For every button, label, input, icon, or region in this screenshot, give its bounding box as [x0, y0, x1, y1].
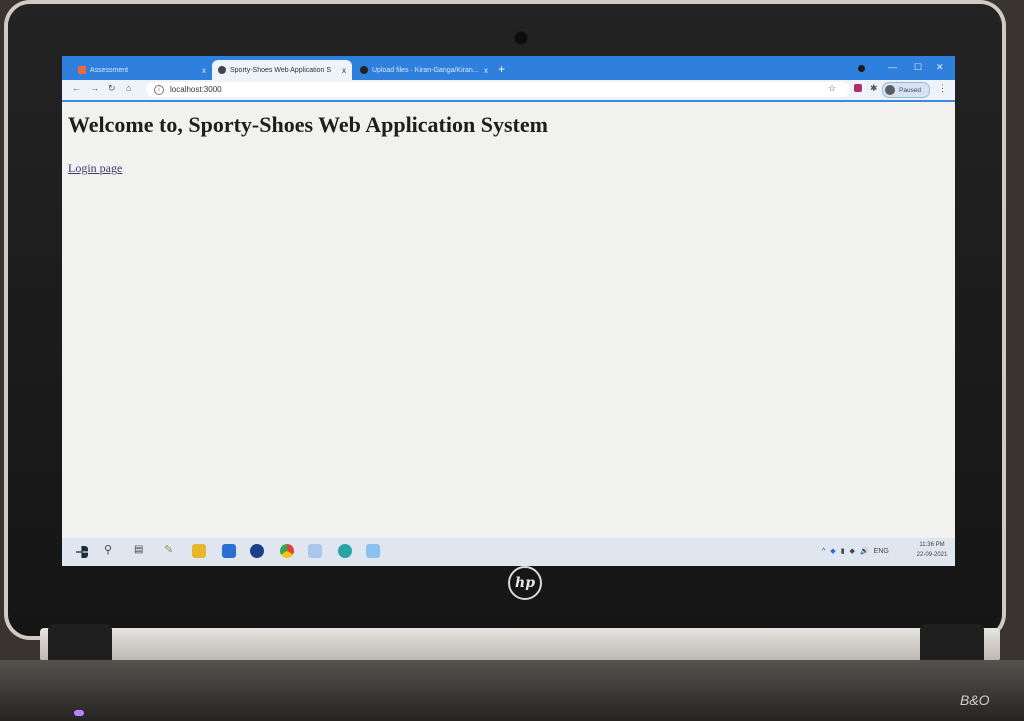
home-icon[interactable]: ⌂ — [126, 83, 131, 93]
app-icon[interactable] — [308, 544, 322, 558]
b-and-o-logo: B&O — [960, 692, 990, 708]
tab-close-icon[interactable]: x — [484, 66, 488, 75]
laptop-base — [0, 660, 1024, 721]
bookmark-star-icon[interactable]: ☆ — [828, 83, 836, 94]
app-icon[interactable] — [338, 544, 352, 558]
pen-icon[interactable]: ✎ — [164, 543, 178, 557]
bluetooth-icon[interactable]: ◆ — [830, 547, 835, 555]
tab-label: Sporty-Shoes Web Application S — [230, 66, 332, 74]
page-content: Welcome to, Sporty-Shoes Web Application… — [68, 112, 948, 177]
back-icon[interactable]: ← — [72, 83, 81, 93]
chrome-icon[interactable] — [280, 544, 294, 558]
browser-toolbar: ← → ↻ ⌂ i localhost:3000 ☆ ✱ Paused ⋮ — [62, 80, 955, 102]
extensions-puzzle-icon[interactable]: ✱ — [870, 83, 878, 94]
system-tray: ^ ◆ ▮ ◆ 🔊 ENG — [822, 547, 889, 556]
chevron-up-icon[interactable]: ^ — [822, 548, 825, 555]
screen: Assessment x Sporty-Shoes Web Applicatio… — [62, 56, 955, 566]
profile-button[interactable]: Paused — [882, 82, 930, 98]
page-title: Welcome to, Sporty-Shoes Web Application… — [68, 112, 548, 137]
app-icon[interactable] — [250, 544, 264, 558]
task-view-icon[interactable]: ▤ — [134, 544, 148, 558]
volume-icon[interactable]: 🔊 — [860, 547, 869, 555]
maximize-icon[interactable]: ☐ — [914, 62, 922, 73]
tab-close-icon[interactable]: x — [202, 66, 206, 75]
taskbar: ⚲ ▤ ✎ ^ ◆ ▮ ◆ 🔊 ENG 11:36 PM 22-09-2021 — [62, 538, 955, 566]
minimize-icon[interactable]: — — [888, 62, 897, 72]
avatar — [885, 85, 895, 95]
tab-upload-files[interactable]: Upload files · Kiran-Ganga/Kiran... x — [354, 60, 494, 80]
address-bar[interactable]: i localhost:3000 — [146, 82, 850, 97]
window-close-icon[interactable]: ✕ — [936, 62, 944, 73]
new-tab-button[interactable]: + — [498, 62, 505, 76]
webcam — [513, 30, 529, 46]
app-icon[interactable] — [366, 544, 380, 558]
browser-menu-icon[interactable]: ⋮ — [938, 83, 947, 94]
app-icon[interactable] — [222, 544, 236, 558]
clock[interactable]: 11:36 PM 22-09-2021 — [912, 540, 952, 560]
tab-favicon-icon — [218, 66, 226, 74]
extension-icon[interactable] — [854, 84, 862, 92]
extension-record-icon[interactable] — [858, 65, 865, 72]
forward-icon[interactable]: → — [90, 83, 99, 93]
clock-date: 22-09-2021 — [916, 552, 948, 558]
address-text: localhost:3000 — [170, 85, 222, 94]
tab-label: Upload files · Kiran-Ganga/Kiran... — [372, 66, 479, 74]
file-explorer-icon[interactable] — [192, 544, 206, 558]
tab-label: Assessment — [90, 66, 129, 74]
laptop-hinge — [40, 628, 1000, 662]
tab-close-icon[interactable]: x — [342, 66, 346, 75]
start-menu-icon[interactable] — [76, 546, 88, 558]
clock-time: 11:36 PM — [919, 542, 945, 548]
network-icon[interactable]: ◆ — [850, 547, 855, 555]
browser-tab-strip: Assessment x Sporty-Shoes Web Applicatio… — [62, 56, 955, 80]
profile-status: Paused — [899, 86, 922, 94]
power-led — [74, 710, 84, 716]
github-icon — [360, 66, 368, 74]
search-icon[interactable]: ⚲ — [104, 543, 118, 557]
login-page-link[interactable]: Login page — [68, 161, 122, 176]
tab-favicon-icon — [78, 66, 86, 74]
reload-icon[interactable]: ↻ — [108, 83, 116, 94]
battery-icon[interactable]: ▮ — [841, 547, 845, 555]
tab-assessment[interactable]: Assessment x — [72, 60, 212, 80]
site-info-icon[interactable]: i — [154, 84, 164, 95]
language-indicator[interactable]: ENG — [874, 548, 889, 555]
hp-logo: hp — [508, 566, 542, 600]
tab-sporty-shoes[interactable]: Sporty-Shoes Web Application S x — [212, 60, 352, 80]
